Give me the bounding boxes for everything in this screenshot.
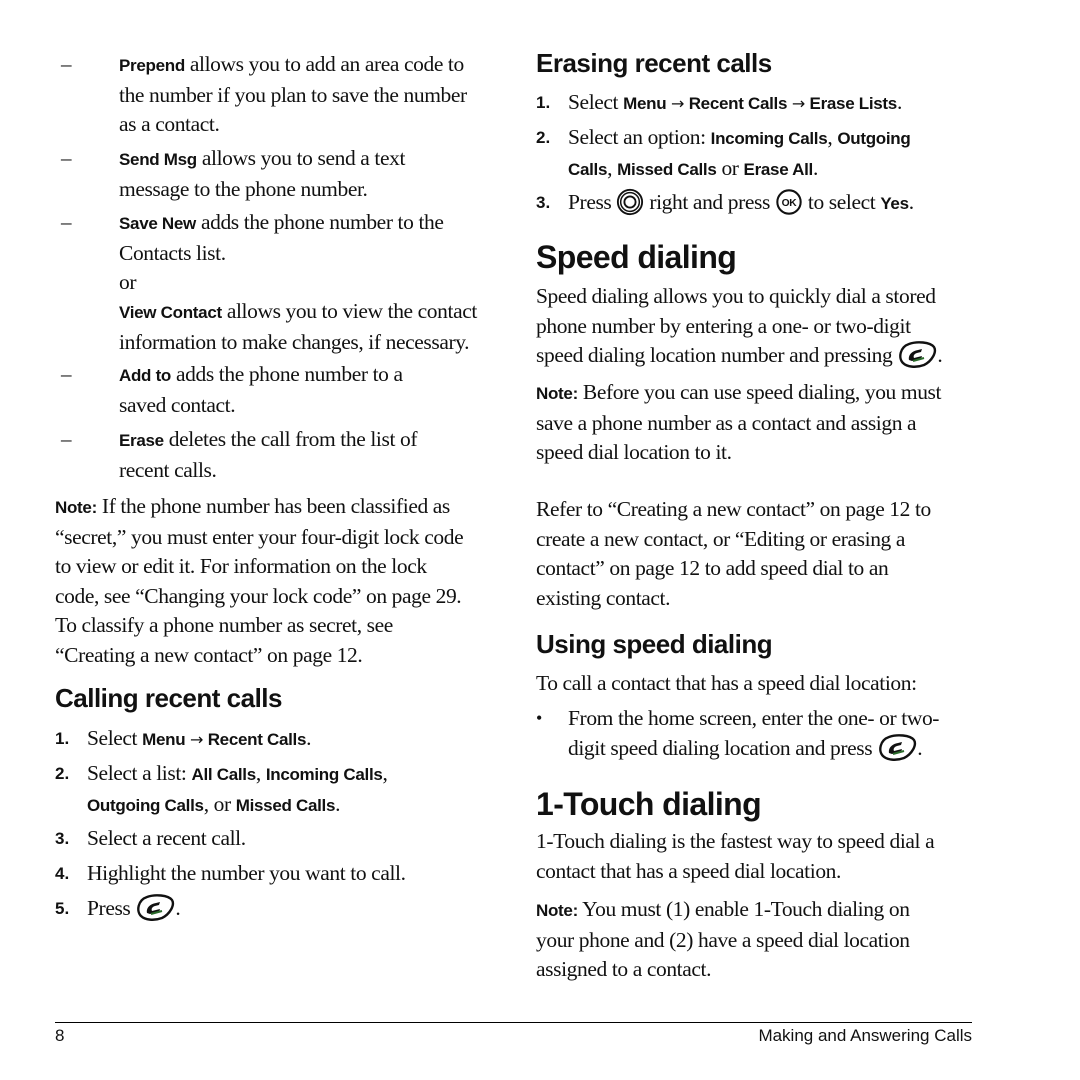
speed-dialing-note: Note: Before you can use speed dialing, … (536, 380, 942, 464)
erasing-step-1: 1. Select Menu → Recent Calls → Erase Li… (536, 90, 902, 114)
using-speed-dialing-bullet: • From the home screen, enter the one- o… (536, 704, 976, 764)
arrow-right-icon: → (185, 730, 208, 749)
note-label: Note: (536, 901, 578, 920)
speed-dialing-heading: Speed dialing (536, 239, 737, 275)
option-view-contact: View Contact allows you to view the cont… (119, 299, 477, 354)
option-term: Erase (119, 431, 164, 450)
page-number: 8 (55, 1026, 65, 1045)
dash-bullet: – (61, 210, 72, 234)
arrow-right-icon: → (666, 94, 689, 113)
speed-dialing-refer: Refer to “Creating a new contact” on pag… (536, 497, 931, 610)
option-term: Add to (119, 366, 172, 385)
using-speed-dialing-heading: Using speed dialing (536, 629, 773, 659)
option-term: View Contact (119, 303, 222, 322)
footer-divider (55, 1022, 972, 1023)
secret-note: Note: If the phone number has been class… (55, 494, 464, 667)
send-key-icon (877, 734, 917, 762)
using-speed-dialing-intro: To call a contact that has a speed dial … (536, 671, 917, 695)
one-touch-dialing-intro: 1-Touch dialing is the fastest way to sp… (536, 829, 935, 883)
calling-step-1: 1. Select Menu → Recent Calls. (55, 726, 312, 750)
note-label: Note: (55, 498, 97, 517)
option-term: Send Msg (119, 150, 197, 169)
send-key-icon (135, 894, 175, 922)
menu-label: Menu (142, 730, 186, 749)
chapter-title: Making and Answering Calls (758, 1026, 972, 1045)
option-save-new: – Save New adds the phone number to the … (61, 210, 444, 294)
option-add-to: – Add to adds the phone number to a save… (61, 362, 403, 417)
calling-step-4: 4. Highlight the number you want to call… (55, 861, 406, 885)
one-touch-dialing-heading: 1-Touch dialing (536, 786, 762, 822)
option-send-msg: – Send Msg allows you to send a text mes… (61, 146, 406, 201)
calling-step-3: 3. Select a recent call. (55, 826, 246, 850)
dash-bullet: – (61, 52, 72, 76)
navigation-key-icon (616, 188, 644, 216)
calling-step-2: 2. Select a list: All Calls, Incoming Ca… (55, 761, 388, 816)
bullet-dot: • (536, 708, 543, 728)
ok-key-icon (775, 188, 803, 216)
option-term: Prepend (119, 56, 185, 75)
arrow-right-icon: → (787, 94, 810, 113)
dash-bullet: – (61, 146, 72, 170)
note-label: Note: (536, 384, 578, 403)
calling-recent-calls-heading: Calling recent calls (55, 683, 282, 713)
send-key-icon (897, 341, 937, 369)
speed-dialing-intro: Speed dialing allows you to quickly dial… (536, 282, 986, 371)
option-prepend: – Prepend allows you to add an area code… (61, 52, 467, 136)
option-term: Save New (119, 214, 196, 233)
erasing-step-3: 3. Press right and press to select Yes. (536, 188, 976, 219)
option-erase: – Erase deletes the call from the list o… (61, 427, 418, 482)
erasing-recent-calls-heading: Erasing recent calls (536, 48, 772, 78)
dash-bullet: – (61, 362, 72, 386)
calling-step-5: 5. Press . (55, 894, 495, 924)
one-touch-dialing-note: Note: You must (1) enable 1-Touch dialin… (536, 897, 910, 981)
erasing-step-2: 2. Select an option: Incoming Calls, Out… (536, 125, 911, 180)
dash-bullet: – (61, 427, 72, 451)
